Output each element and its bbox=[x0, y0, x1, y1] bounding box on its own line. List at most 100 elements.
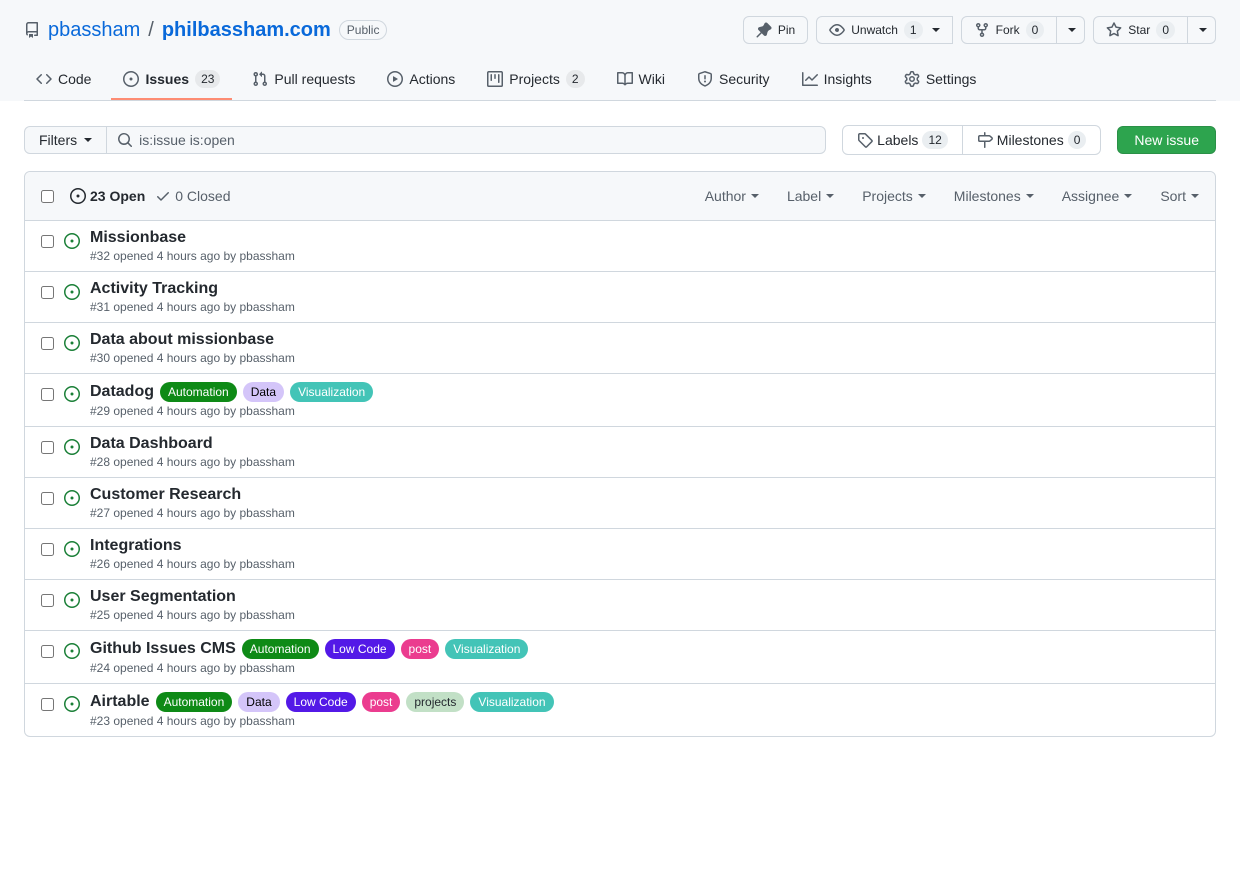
labels-text: Labels bbox=[877, 132, 918, 148]
issue-title-link[interactable]: Integrations bbox=[90, 537, 182, 555]
issue-meta: #24 opened 4 hours ago by pbassham bbox=[90, 661, 1199, 675]
label-pill[interactable]: Low Code bbox=[325, 639, 395, 659]
tab-settings-label: Settings bbox=[926, 68, 977, 90]
new-issue-button[interactable]: New issue bbox=[1117, 126, 1216, 154]
label-pill[interactable]: Data bbox=[243, 382, 284, 402]
milestones-button[interactable]: Milestones 0 bbox=[963, 125, 1102, 155]
label-pill[interactable]: projects bbox=[406, 692, 464, 712]
issue-checkbox[interactable] bbox=[41, 388, 54, 401]
sort-filter[interactable]: Sort bbox=[1160, 188, 1199, 204]
tab-projects-count: 2 bbox=[566, 70, 585, 88]
label-pill[interactable]: Visualization bbox=[470, 692, 553, 712]
eye-icon bbox=[829, 22, 845, 38]
tab-code[interactable]: Code bbox=[24, 60, 103, 100]
issue-author-link[interactable]: pbassham bbox=[239, 351, 294, 365]
author-filter[interactable]: Author bbox=[705, 188, 759, 204]
tab-pulls[interactable]: Pull requests bbox=[240, 60, 367, 100]
issue-title-link[interactable]: Datadog bbox=[90, 383, 154, 401]
issue-author-link[interactable]: pbassham bbox=[239, 557, 294, 571]
issue-title-link[interactable]: Github Issues CMS bbox=[90, 640, 236, 658]
caret-down-icon bbox=[918, 194, 926, 198]
issue-checkbox[interactable] bbox=[41, 543, 54, 556]
label-pill[interactable]: post bbox=[362, 692, 401, 712]
issue-checkbox[interactable] bbox=[41, 492, 54, 505]
issue-checkbox[interactable] bbox=[41, 594, 54, 607]
milestones-filter[interactable]: Milestones bbox=[954, 188, 1034, 204]
assignee-filter[interactable]: Assignee bbox=[1062, 188, 1133, 204]
issue-author-link[interactable]: pbassham bbox=[239, 249, 294, 263]
repo-owner-link[interactable]: pbassham bbox=[48, 19, 140, 42]
labels-button[interactable]: Labels 12 bbox=[842, 125, 963, 155]
label-pill[interactable]: Data bbox=[238, 692, 279, 712]
label-pill[interactable]: Visualization bbox=[290, 382, 373, 402]
issue-checkbox[interactable] bbox=[41, 441, 54, 454]
issue-author-link[interactable]: pbassham bbox=[239, 300, 294, 314]
open-issues-link[interactable]: 23 Open bbox=[70, 188, 145, 204]
tab-wiki[interactable]: Wiki bbox=[605, 60, 677, 100]
label-pill[interactable]: Low Code bbox=[286, 692, 356, 712]
tab-insights[interactable]: Insights bbox=[790, 60, 884, 100]
search-input[interactable] bbox=[107, 126, 826, 154]
tab-issues[interactable]: Issues 23 bbox=[111, 60, 232, 100]
issue-title-link[interactable]: Activity Tracking bbox=[90, 280, 218, 298]
label-filter[interactable]: Label bbox=[787, 188, 834, 204]
issue-open-icon bbox=[64, 386, 80, 405]
tab-projects[interactable]: Projects 2 bbox=[475, 60, 596, 100]
issue-checkbox[interactable] bbox=[41, 337, 54, 350]
pin-button[interactable]: Pin bbox=[743, 16, 808, 44]
issue-title-link[interactable]: Customer Research bbox=[90, 486, 241, 504]
issue-open-icon bbox=[64, 643, 80, 662]
issue-author-link[interactable]: pbassham bbox=[239, 506, 294, 520]
star-button[interactable]: Star 0 bbox=[1093, 16, 1188, 44]
star-count: 0 bbox=[1156, 21, 1175, 39]
label-pill[interactable]: Automation bbox=[160, 382, 237, 402]
tab-actions[interactable]: Actions bbox=[375, 60, 467, 100]
issue-row: DatadogAutomationDataVisualization#29 op… bbox=[25, 374, 1215, 427]
issue-title-link[interactable]: Missionbase bbox=[90, 229, 186, 247]
issue-content: Github Issues CMS Automation Low Code postV… bbox=[90, 639, 1199, 675]
issue-author-link[interactable]: pbassham bbox=[239, 455, 294, 469]
issue-open-icon bbox=[64, 233, 80, 252]
select-all-checkbox[interactable] bbox=[41, 190, 54, 203]
tab-security[interactable]: Security bbox=[685, 60, 782, 100]
label-pill[interactable]: Visualization bbox=[445, 639, 528, 659]
tag-icon bbox=[857, 132, 873, 148]
pull-request-icon bbox=[252, 71, 268, 87]
projects-filter[interactable]: Projects bbox=[862, 188, 926, 204]
issue-author-link[interactable]: pbassham bbox=[239, 608, 294, 622]
tab-code-label: Code bbox=[58, 68, 91, 90]
issue-row: Airtable AutomationData Low Code postprojec… bbox=[25, 684, 1215, 736]
issue-author-link[interactable]: pbassham bbox=[239, 404, 294, 418]
issue-title-line: Data Dashboard bbox=[90, 435, 1199, 453]
issue-checkbox[interactable] bbox=[41, 235, 54, 248]
issue-author-link[interactable]: pbassham bbox=[239, 661, 294, 675]
closed-count-text: 0 Closed bbox=[175, 188, 230, 204]
issue-checkbox[interactable] bbox=[41, 286, 54, 299]
issue-title-link[interactable]: Data about missionbase bbox=[90, 331, 274, 349]
issue-title-link[interactable]: User Segmentation bbox=[90, 588, 236, 606]
fork-button[interactable]: Fork 0 bbox=[961, 16, 1058, 44]
tab-settings[interactable]: Settings bbox=[892, 60, 989, 100]
closed-issues-link[interactable]: 0 Closed bbox=[155, 188, 230, 204]
pin-label: Pin bbox=[778, 23, 795, 37]
issue-title-link[interactable]: Data Dashboard bbox=[90, 435, 213, 453]
repo-name-link[interactable]: philbassham.com bbox=[162, 19, 331, 42]
issue-checkbox[interactable] bbox=[41, 698, 54, 711]
issue-title-line: Customer Research bbox=[90, 486, 1199, 504]
issue-list: Missionbase#32 opened 4 hours ago by pba… bbox=[25, 221, 1215, 736]
unwatch-button[interactable]: Unwatch 1 bbox=[816, 16, 952, 44]
issue-checkbox[interactable] bbox=[41, 645, 54, 658]
tab-issues-label: Issues bbox=[145, 68, 189, 90]
issue-title-link[interactable]: Airtable bbox=[90, 693, 150, 711]
caret-down-icon bbox=[1068, 28, 1076, 32]
caret-down-icon bbox=[932, 28, 940, 32]
label-pill[interactable]: post bbox=[401, 639, 440, 659]
labels-milestones-group: Labels 12 Milestones 0 bbox=[842, 125, 1101, 155]
issue-author-link[interactable]: pbassham bbox=[239, 714, 294, 728]
label-pill[interactable]: Automation bbox=[242, 639, 319, 659]
issue-open-icon bbox=[64, 335, 80, 354]
star-dropdown-button[interactable] bbox=[1188, 16, 1216, 44]
label-pill[interactable]: Automation bbox=[156, 692, 233, 712]
filters-button[interactable]: Filters bbox=[24, 126, 107, 154]
fork-dropdown-button[interactable] bbox=[1057, 16, 1085, 44]
